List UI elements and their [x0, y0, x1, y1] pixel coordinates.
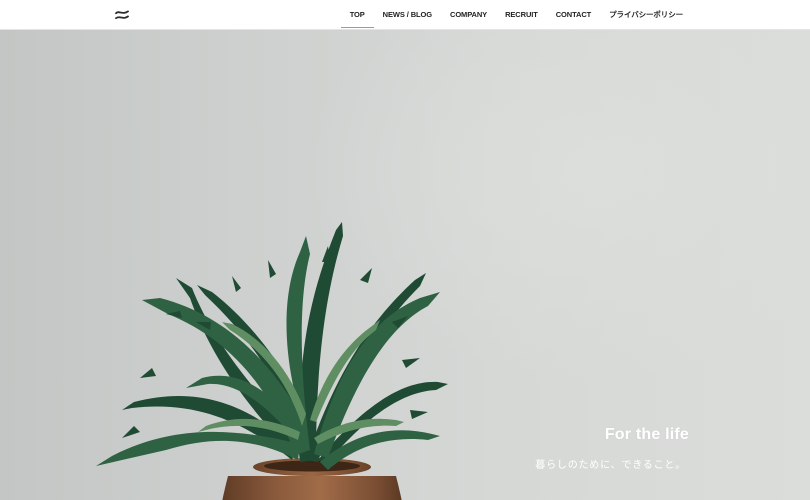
nav-news-blog[interactable]: NEWS / BLOG: [374, 0, 441, 30]
nav-recruit[interactable]: RECRUIT: [496, 0, 547, 30]
nav-privacy-policy[interactable]: プライバシーポリシー: [600, 0, 692, 30]
site-header: TOP NEWS / BLOG COMPANY RECRUIT CONTACT …: [0, 0, 810, 30]
nav-contact[interactable]: CONTACT: [547, 0, 600, 30]
hero-section: For the life 暮らしのために、できること。: [0, 30, 810, 500]
nav-top[interactable]: TOP: [340, 0, 374, 30]
main-nav: TOP NEWS / BLOG COMPANY RECRUIT CONTACT …: [340, 0, 692, 30]
hero-title: For the life: [604, 426, 689, 443]
hero-subtitle: 暮らしのために、できること。: [535, 460, 686, 471]
wave-logo-icon[interactable]: [115, 9, 129, 21]
nav-company[interactable]: COMPANY: [441, 0, 496, 30]
